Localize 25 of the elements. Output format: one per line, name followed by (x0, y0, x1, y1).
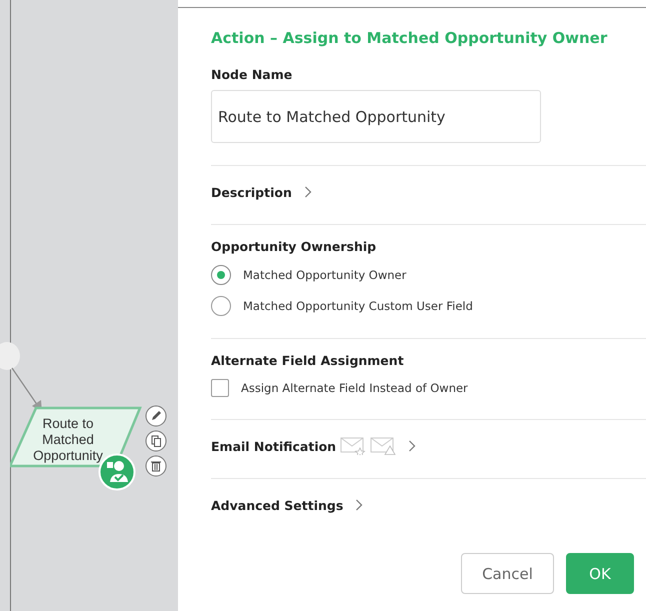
section-title: Alternate Field Assignment (211, 353, 405, 368)
action-node-shape[interactable] (10, 406, 142, 468)
pencil-icon[interactable] (145, 405, 167, 427)
section-header[interactable]: Advanced Settings (211, 498, 344, 512)
trash-icon[interactable] (145, 455, 167, 477)
checkbox[interactable] (211, 379, 229, 397)
envelope-warning-icon (370, 437, 396, 455)
copy-icon[interactable] (145, 430, 167, 452)
chevron-right-icon[interactable] (304, 186, 312, 198)
radio-button[interactable] (211, 296, 231, 316)
section-header[interactable]: Description (211, 184, 292, 200)
section-title: Opportunity Ownership (211, 239, 378, 254)
field-label: Node Name (211, 67, 294, 82)
option-label: Matched Opportunity Owner (243, 268, 406, 282)
cancel-button[interactable]: Cancel (461, 553, 554, 594)
option-label: Matched Opportunity Custom User Field (243, 299, 473, 313)
option-label: Assign Alternate Field Instead of Owner (241, 381, 468, 395)
node-label: Route to Matched Opportunity (32, 416, 104, 464)
chevron-right-icon[interactable] (408, 440, 416, 452)
panel-title: Action – Assign to Matched Opportunity Owner (211, 29, 608, 47)
node-name-field[interactable]: Route to Matched Opportunity (211, 90, 541, 143)
chevron-right-icon[interactable] (355, 499, 364, 511)
section-header[interactable]: Email Notification (211, 438, 336, 454)
start-node[interactable] (0, 342, 20, 370)
radio-button[interactable] (211, 265, 231, 285)
